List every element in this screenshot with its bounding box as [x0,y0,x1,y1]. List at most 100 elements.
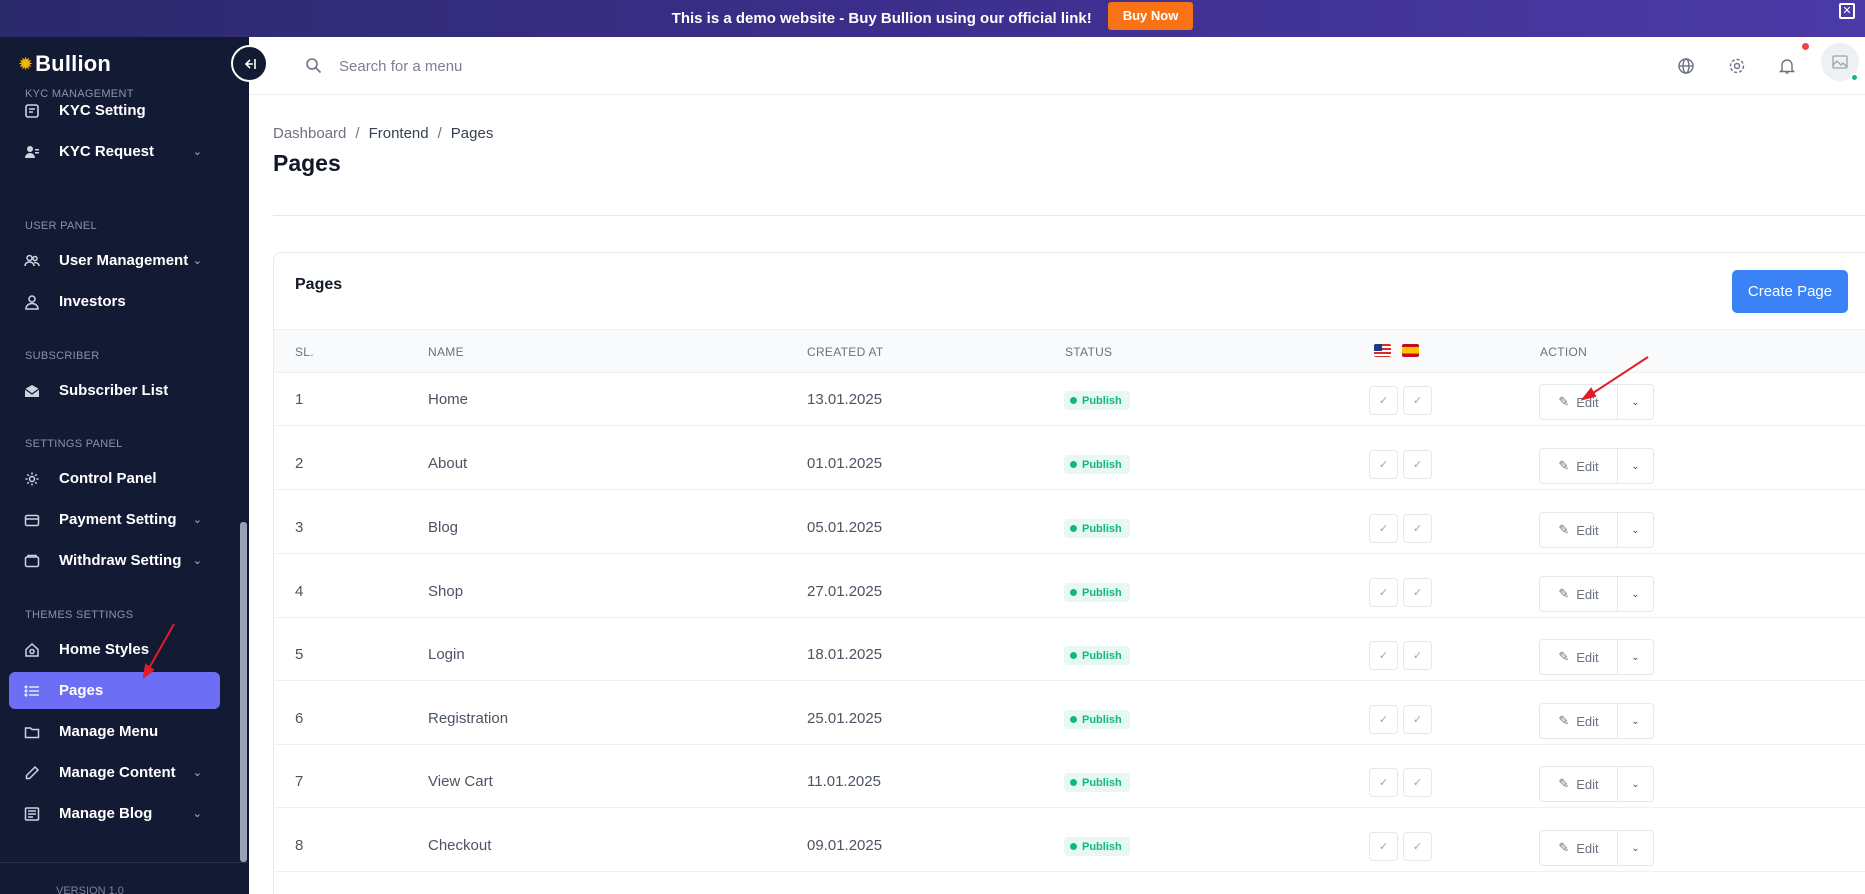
table-row: 4 Shop 27.01.2025 Publish ✓ ✓ ✎ Edit ⌄ [274,565,1865,618]
translation-en-check[interactable]: ✓ [1369,386,1398,415]
chevron-down-icon: ⌄ [192,767,202,779]
column-name: NAME [428,345,464,359]
translation-en-check[interactable]: ✓ [1369,832,1398,861]
breadcrumb-pages: Pages [450,125,494,142]
edit-label: Edit [1576,840,1599,856]
chevron-down-icon: ⌄ [1631,460,1640,472]
logo-text-suffix: lion [71,51,112,76]
sidebar-item-pages[interactable]: Pages [9,672,220,709]
translation-en-check[interactable]: ✓ [1369,450,1398,479]
translation-en-check[interactable]: ✓ [1369,578,1398,607]
row-created-at: 11.01.2025 [807,773,881,790]
edit-button[interactable]: ✎ Edit [1539,830,1618,866]
sidebar-item-kyc-request[interactable]: KYC Request ⌄ [9,133,220,170]
edit-label: Edit [1576,776,1599,792]
translation-en-check[interactable]: ✓ [1369,641,1398,670]
row-sl: 4 [295,583,304,600]
action-dropdown-button[interactable]: ⌄ [1617,576,1654,612]
row-name: Login [428,646,465,663]
translation-es-check[interactable]: ✓ [1403,578,1432,607]
close-icon[interactable]: ✕ [1839,3,1855,19]
action-dropdown-button[interactable]: ⌄ [1617,448,1654,484]
sidebar-item-control-panel[interactable]: Control Panel [9,460,220,497]
edit-button[interactable]: ✎ Edit [1539,512,1618,548]
translation-en-check[interactable]: ✓ [1369,768,1398,797]
row-created-at: 25.01.2025 [807,710,883,727]
breadcrumb-dashboard[interactable]: Dashboard [273,125,346,142]
breadcrumb-frontend[interactable]: Frontend [369,125,429,142]
translation-es-check[interactable]: ✓ [1403,832,1432,861]
pencil-icon [24,765,40,781]
gear-icon[interactable] [1726,55,1748,77]
table-row: 3 Blog 05.01.2025 Publish ✓ ✓ ✎ Edit ⌄ [274,501,1865,554]
action-dropdown-button[interactable]: ⌄ [1617,766,1654,802]
action-dropdown-button[interactable]: ⌄ [1617,512,1654,548]
bell-icon[interactable] [1776,55,1798,77]
sidebar-item-user-management[interactable]: User Management ⌄ [9,242,220,279]
search-input[interactable] [339,53,739,79]
gear-icon [24,471,40,487]
sidebar-item-label: Control Panel [59,470,157,487]
sidebar-item-label: Payment Setting [59,511,177,528]
translation-en-check[interactable]: ✓ [1369,705,1398,734]
edit-label: Edit [1576,649,1599,665]
mail-icon [24,383,40,399]
edit-label: Edit [1576,713,1599,729]
sidebar-item-payment-setting[interactable]: Payment Setting ⌄ [9,501,220,538]
edit-button[interactable]: ✎ Edit [1539,639,1618,675]
row-sl: 3 [295,519,304,536]
sidebar-item-label: Investors [59,293,126,310]
chevron-down-icon: ⌄ [1631,396,1640,408]
blog-icon [24,806,40,822]
edit-button[interactable]: ✎ Edit [1539,576,1618,612]
status-label: Publish [1082,522,1122,535]
kyc-setting-icon [24,103,40,119]
sidebar-item-kyc-setting[interactable]: KYC Setting [9,92,220,129]
status-dot [1070,397,1077,404]
chevron-down-icon: ⌄ [1631,588,1640,600]
row-created-at: 09.01.2025 [807,837,883,854]
status-label: Publish [1082,649,1122,662]
edit-button[interactable]: ✎ Edit [1539,703,1618,739]
spain-flag-icon [1402,344,1419,357]
promo-text: This is a demo website - Buy Bullion usi… [671,10,1092,27]
translation-es-check[interactable]: ✓ [1403,386,1432,415]
sidebar-item-subscriber-list[interactable]: Subscriber List [9,372,220,409]
status-label: Publish [1082,776,1122,789]
buy-now-button[interactable]: Buy Now [1107,1,1194,30]
users-icon [24,253,40,269]
translation-es-check[interactable]: ✓ [1403,450,1432,479]
logo[interactable]: ✹ Bullion [18,51,111,77]
sidebar-item-withdraw-setting[interactable]: Withdraw Setting ⌄ [9,542,220,579]
globe-icon[interactable] [1675,55,1697,77]
translation-es-check[interactable]: ✓ [1403,514,1432,543]
pencil-icon: ✎ [1558,713,1570,728]
chevron-down-icon: ⌄ [1631,524,1640,536]
translation-en-check[interactable]: ✓ [1369,514,1398,543]
edit-button[interactable]: ✎ Edit [1539,766,1618,802]
sidebar-scrollbar[interactable] [240,522,247,862]
action-dropdown-button[interactable]: ⌄ [1617,639,1654,675]
edit-button[interactable]: ✎ Edit [1539,384,1618,420]
sidebar-item-manage-blog[interactable]: Manage Blog ⌄ [9,795,220,832]
divider [0,862,249,863]
sidebar-item-home-styles[interactable]: Home Styles [9,631,220,668]
translation-es-check[interactable]: ✓ [1403,705,1432,734]
translation-es-check[interactable]: ✓ [1403,768,1432,797]
sidebar-item-manage-content[interactable]: Manage Content ⌄ [9,754,220,791]
table-row: 6 Registration 25.01.2025 Publish ✓ ✓ ✎ E… [274,692,1865,745]
sun-logo-icon: ✹ [18,53,34,74]
translation-es-check[interactable]: ✓ [1403,641,1432,670]
breadcrumb: Dashboard / Frontend / Pages [273,125,493,142]
edit-button[interactable]: ✎ Edit [1539,448,1618,484]
investor-icon [24,294,40,310]
version-label: VERSION 1.0 [56,885,124,894]
sidebar-collapse-button[interactable] [231,45,268,82]
create-page-button[interactable]: Create Page [1732,270,1848,313]
action-dropdown-button[interactable]: ⌄ [1617,384,1654,420]
sidebar-item-investors[interactable]: Investors [9,283,220,320]
action-dropdown-button[interactable]: ⌄ [1617,830,1654,866]
status-dot [1070,589,1077,596]
action-dropdown-button[interactable]: ⌄ [1617,703,1654,739]
sidebar-item-manage-menu[interactable]: Manage Menu [9,713,220,750]
